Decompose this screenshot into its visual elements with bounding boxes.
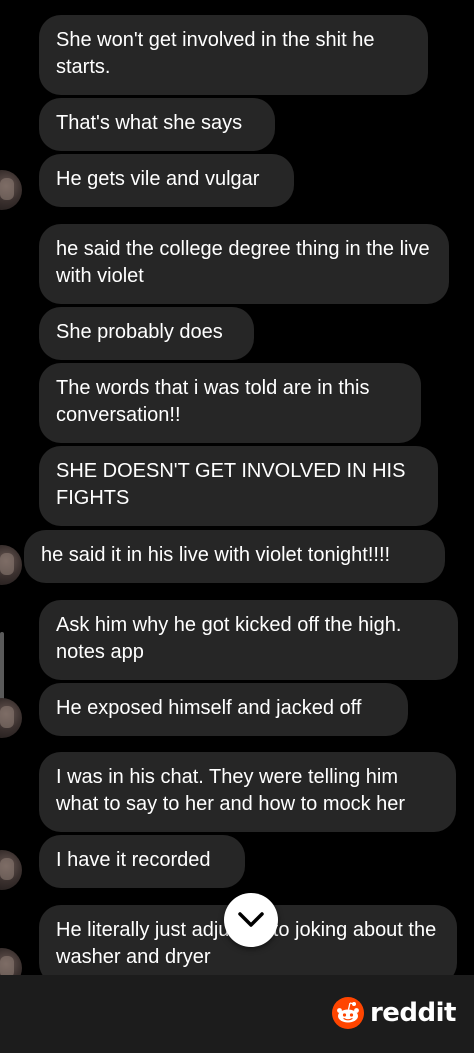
sender-avatar[interactable] [0, 170, 22, 210]
sender-avatar[interactable] [0, 698, 22, 738]
message-bubble[interactable]: He exposed himself and jacked off [39, 683, 408, 736]
message-text: The words that i was told are in this co… [56, 377, 370, 426]
message-text: That's what she says [56, 112, 243, 134]
message-bubble[interactable]: Ask him why he got kicked off the high. … [39, 600, 458, 680]
sender-avatar[interactable] [0, 850, 22, 890]
message-text: I have it recorded [56, 849, 211, 871]
sender-avatar[interactable] [0, 545, 22, 585]
message-bubble[interactable]: I have it recorded [39, 835, 245, 888]
message-text: Ask him why he got kicked off the high. … [56, 614, 402, 663]
message-bubble[interactable]: That's what she says [39, 98, 275, 151]
footer-bar: reddit [0, 975, 474, 1053]
message-bubble[interactable]: SHE DOESN'T GET INVOLVED IN HIS FIGHTS [39, 446, 438, 526]
message-thread[interactable]: She won't get involved in the shit he st… [0, 0, 474, 975]
scroll-to-bottom-button[interactable] [224, 893, 278, 947]
message-bubble[interactable]: She probably does [39, 307, 254, 360]
chevron-down-icon [238, 912, 264, 927]
message-text: She won't get involved in the shit he st… [56, 29, 375, 78]
message-bubble[interactable]: The words that i was told are in this co… [39, 363, 421, 443]
message-bubble[interactable]: She won't get involved in the shit he st… [39, 15, 428, 95]
message-text: SHE DOESN'T GET INVOLVED IN HIS FIGHTS [56, 460, 406, 509]
message-text: She probably does [56, 321, 223, 343]
message-bubble[interactable]: he said it in his live with violet tonig… [24, 530, 445, 583]
message-bubble[interactable]: He gets vile and vulgar [39, 154, 294, 207]
brand-name: reddit [369, 998, 457, 1028]
message-text: He gets vile and vulgar [56, 168, 260, 190]
message-text: He exposed himself and jacked off [56, 697, 362, 719]
reddit-logo-icon [331, 997, 364, 1029]
reddit-brand[interactable]: reddit [331, 997, 457, 1029]
message-bubble[interactable]: I was in his chat. They were telling him… [39, 752, 456, 832]
message-text: he said the college degree thing in the … [56, 238, 430, 287]
message-text: I was in his chat. They were telling him… [56, 766, 406, 815]
message-text: he said it in his live with violet tonig… [41, 544, 391, 566]
sender-avatar[interactable] [0, 948, 22, 975]
message-bubble[interactable]: he said the college degree thing in the … [39, 224, 449, 304]
